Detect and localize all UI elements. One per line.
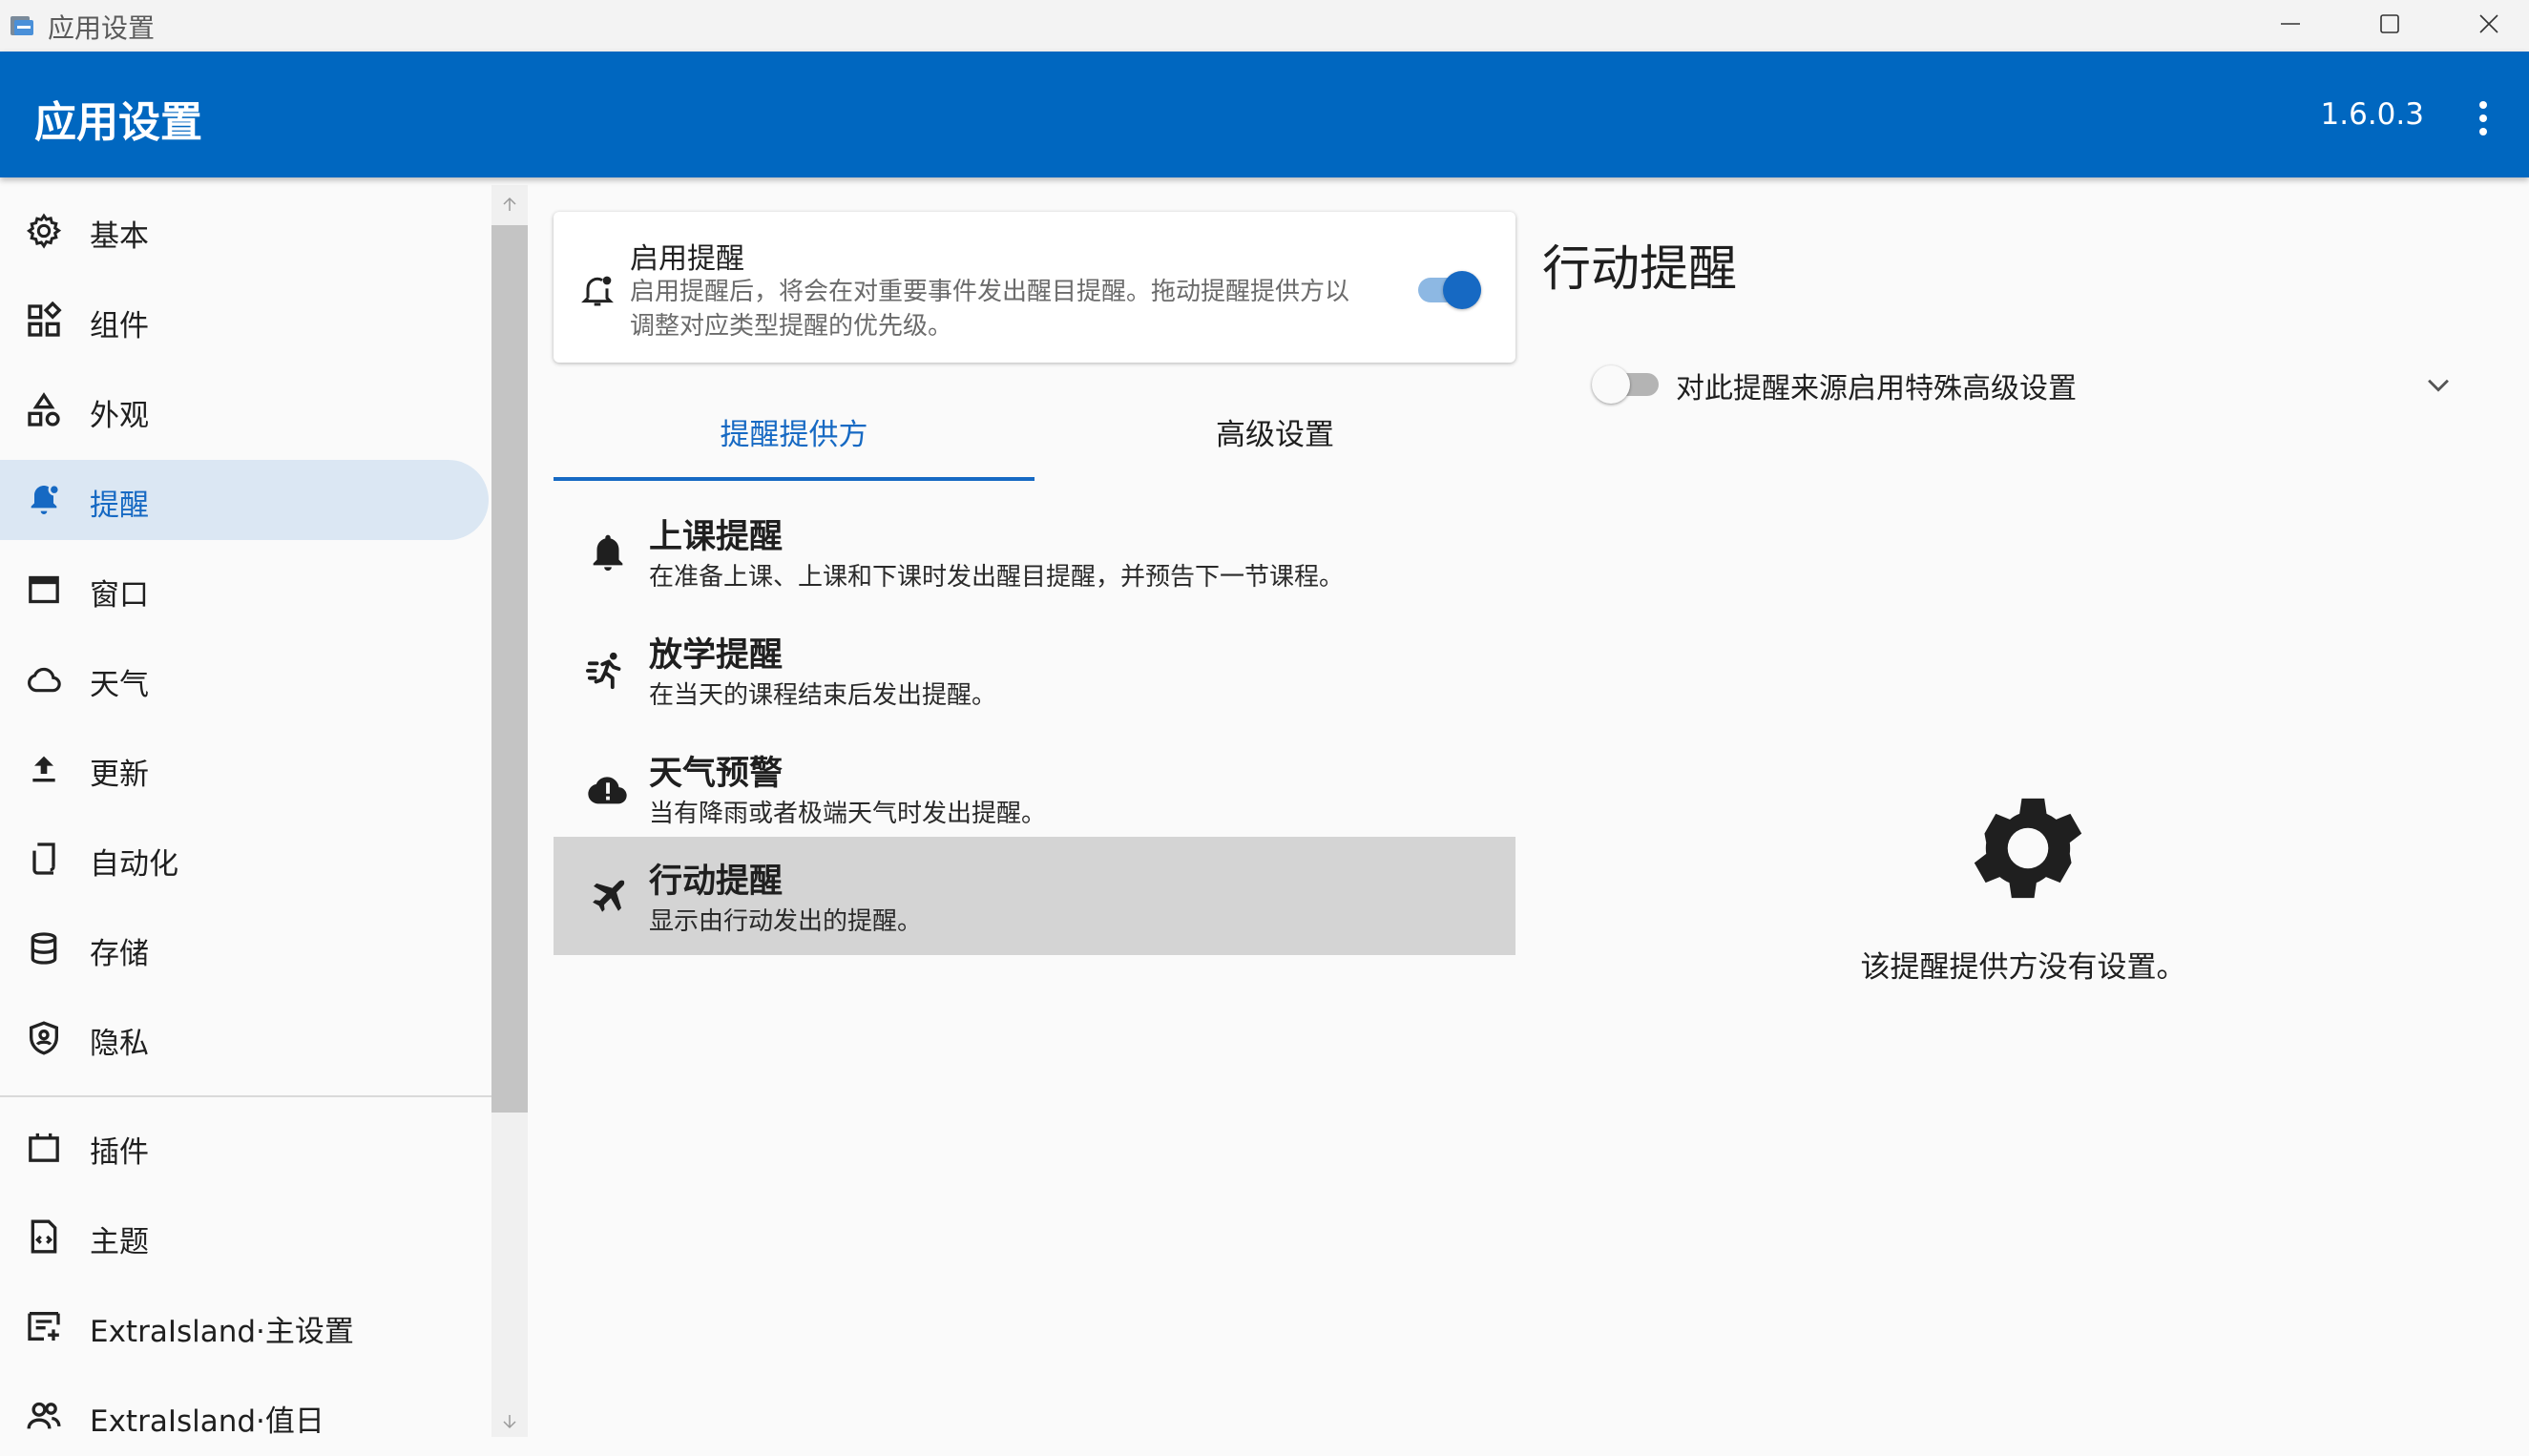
minimize-button[interactable] [2243, 0, 2338, 52]
shapes-icon [28, 392, 60, 426]
provider-title: 上课提醒 [649, 518, 784, 556]
sidebar-item-window[interactable]: 窗口 [0, 550, 489, 630]
app-icon [10, 16, 33, 35]
sidebar-item-automation[interactable]: 自动化 [0, 819, 489, 899]
sidebar: 基本 组件 外观 提醒 窗口 天气 更新 自动化 存储 隐私 插件 主题 Ext… [0, 177, 491, 1439]
plugin-icon [29, 1133, 59, 1162]
settings-add-icon [28, 1312, 60, 1341]
scroll-down-icon[interactable] [500, 1412, 519, 1431]
cloud-alert-icon [588, 777, 627, 804]
provider-item-school-end[interactable]: 放学提醒 在当天的课程结束后发出提醒。 [554, 611, 1515, 729]
enable-notification-card: 启用提醒 启用提醒后，将会在对重要事件发出醒目提醒。拖动提醒提供方以调整对应类型… [554, 212, 1515, 363]
maximize-icon [2380, 14, 2399, 33]
sidebar-item-label: 插件 [90, 1135, 149, 1170]
sidebar-item-label: 基本 [90, 219, 149, 254]
provider-title: 放学提醒 [649, 636, 784, 675]
tab-label: 高级设置 [1216, 418, 1334, 452]
tab-label: 提醒提供方 [720, 418, 868, 452]
sidebar-item-label: 存储 [90, 937, 149, 971]
tab-providers[interactable]: 提醒提供方 [554, 391, 1035, 481]
sidebar-item-privacy[interactable]: 隐私 [0, 998, 489, 1078]
advanced-settings-label: 对此提醒来源启用特殊高级设置 [1676, 372, 2077, 406]
enable-notification-description: 启用提醒后，将会在对重要事件发出醒目提醒。拖动提醒提供方以调整对应类型提醒的优先… [630, 278, 1350, 341]
sidebar-item-label: 主题 [90, 1225, 149, 1259]
privacy-shield-icon [30, 1021, 58, 1055]
toggle-knob [1592, 365, 1630, 404]
enable-notification-title: 启用提醒 [630, 242, 744, 276]
provider-title: 行动提醒 [649, 863, 784, 901]
maximize-button[interactable] [2342, 0, 2437, 52]
provider-item-weather-alert[interactable]: 天气预警 当有降雨或者极端天气时发出提醒。 [554, 729, 1515, 847]
tab-bar: 提醒提供方 高级设置 [554, 391, 1515, 481]
widgets-icon [28, 302, 62, 337]
sidebar-item-extraisland-duty[interactable]: ExtraIsland·值日 [0, 1376, 489, 1456]
provider-item-action[interactable]: 行动提醒 显示由行动发出的提醒。 [554, 837, 1515, 955]
sidebar-item-notification[interactable]: 提醒 [0, 460, 489, 540]
provider-item-class[interactable]: 上课提醒 在准备上课、上课和下课时发出醒目提醒，并预告下一节课程。 [554, 492, 1515, 611]
scroll-up-icon[interactable] [500, 195, 519, 214]
tab-indicator [554, 477, 1035, 481]
scrollbar-thumb[interactable] [491, 225, 528, 1113]
airplane-icon [593, 880, 625, 912]
bell-outline-icon [581, 276, 614, 306]
window-titlebar: 应用设置 [0, 0, 2529, 52]
provider-title: 天气预警 [649, 755, 784, 793]
sidebar-item-label: 天气 [90, 668, 149, 702]
window-icon [29, 575, 59, 604]
sidebar-item-label: 窗口 [90, 578, 149, 613]
window-title: 应用设置 [48, 12, 156, 44]
sidebar-item-label: 外观 [90, 399, 149, 433]
sidebar-scrollbar[interactable] [491, 185, 528, 1437]
sidebar-item-appearance[interactable]: 外观 [0, 370, 489, 450]
empty-settings-message: 该提醒提供方没有设置。 [1860, 950, 2186, 985]
notification-bell-icon [31, 483, 61, 514]
upload-icon [32, 756, 55, 782]
advanced-settings-expander[interactable]: 对此提醒来源启用特殊高级设置 [1584, 355, 2462, 412]
people-icon [27, 1402, 61, 1429]
gear-icon [26, 213, 62, 249]
sidebar-item-label: 更新 [90, 758, 149, 792]
gear-icon [1974, 798, 2082, 899]
database-icon [31, 932, 57, 965]
automation-icon [32, 842, 55, 875]
sidebar-divider [0, 1095, 491, 1097]
close-icon [2479, 14, 2498, 33]
sidebar-item-label: 隐私 [90, 1027, 149, 1061]
sidebar-item-update[interactable]: 更新 [0, 729, 489, 809]
cloud-icon [28, 667, 61, 693]
provider-description: 在准备上课、上课和下课时发出醒目提醒，并预告下一节课程。 [649, 563, 1345, 592]
sidebar-item-extraisland-main[interactable]: ExtraIsland·主设置 [0, 1286, 489, 1366]
sidebar-item-components[interactable]: 组件 [0, 281, 489, 361]
chevron-down-icon[interactable] [2422, 368, 2455, 401]
toggle-knob [1443, 271, 1481, 309]
provider-description: 当有降雨或者极端天气时发出提醒。 [649, 800, 1047, 828]
sidebar-item-label: 提醒 [90, 489, 149, 523]
provider-description: 显示由行动发出的提醒。 [649, 907, 923, 936]
bell-icon [593, 534, 623, 572]
sidebar-item-storage[interactable]: 存储 [0, 908, 489, 988]
close-button[interactable] [2441, 0, 2529, 52]
tab-advanced[interactable]: 高级设置 [1035, 391, 1515, 481]
advanced-settings-toggle[interactable] [1590, 364, 1662, 405]
sidebar-item-label: 自动化 [90, 847, 178, 882]
enable-notification-toggle[interactable] [1416, 269, 1485, 311]
sidebar-item-weather[interactable]: 天气 [0, 639, 489, 719]
theme-file-icon [31, 1219, 57, 1254]
version-label: 1.6.0.3 [2320, 97, 2424, 132]
more-menu-button[interactable] [2455, 90, 2512, 147]
app-header: 应用设置 1.6.0.3 [0, 52, 2529, 177]
sidebar-item-label: ExtraIsland·值日 [90, 1404, 324, 1439]
provider-description: 在当天的课程结束后发出提醒。 [649, 681, 997, 710]
page-title: 应用设置 [34, 98, 202, 147]
running-icon [586, 652, 621, 690]
more-vertical-icon [2479, 101, 2487, 135]
minimize-icon [2281, 23, 2300, 25]
detail-title: 行动提醒 [1542, 241, 1738, 298]
sidebar-item-label: ExtraIsland·主设置 [90, 1315, 354, 1349]
sidebar-item-basic[interactable]: 基本 [0, 191, 489, 271]
sidebar-item-theme[interactable]: 主题 [0, 1196, 489, 1277]
sidebar-item-label: 组件 [90, 309, 149, 343]
sidebar-item-plugins[interactable]: 插件 [0, 1107, 489, 1187]
